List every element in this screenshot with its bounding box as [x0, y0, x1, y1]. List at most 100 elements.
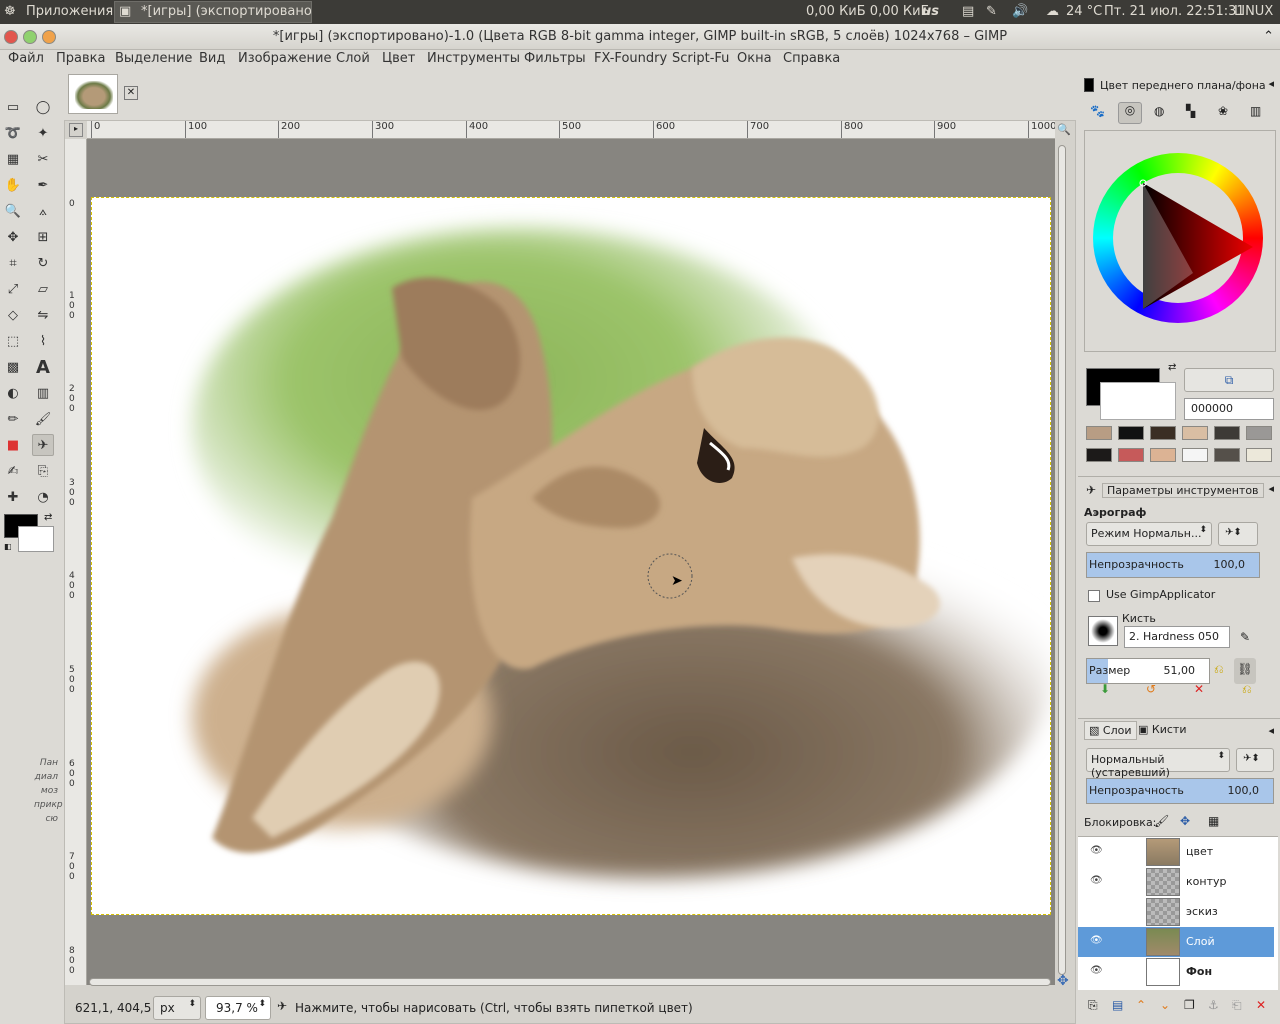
lower-layer-icon[interactable]: ⌄: [1160, 998, 1170, 1012]
color-history-swatch[interactable]: [1182, 426, 1208, 440]
menu-fx-foundry[interactable]: FX-Foundry: [594, 51, 667, 66]
paths-icon[interactable]: ✒: [32, 174, 54, 196]
menu-layer[interactable]: Слой: [336, 51, 370, 66]
color-history-swatch[interactable]: [1118, 426, 1144, 440]
layers-tab[interactable]: ▧ Слои: [1084, 721, 1137, 740]
vertical-scrollbar[interactable]: [1055, 139, 1069, 985]
color-select-icon[interactable]: ▦: [2, 148, 24, 170]
window-up-icon[interactable]: ⌃: [1263, 29, 1274, 44]
weather-icon[interactable]: ☁: [1046, 0, 1059, 24]
pencil-icon[interactable]: ✏: [2, 408, 24, 430]
reset-colors-icon[interactable]: ◧: [4, 542, 12, 551]
menu-image[interactable]: Изображение: [238, 51, 331, 66]
duplicate-layer-icon[interactable]: ❐: [1184, 998, 1195, 1012]
shear-icon[interactable]: ▱: [32, 278, 54, 300]
menu-tools[interactable]: Инструменты: [427, 51, 520, 66]
foreground-select-icon[interactable]: ✋: [2, 174, 24, 196]
menu-edit[interactable]: Правка: [56, 51, 105, 66]
color-history-swatch[interactable]: [1182, 448, 1208, 462]
brush-entry[interactable]: 2. Hardness 050: [1124, 626, 1230, 648]
align-icon[interactable]: ⊞: [32, 226, 54, 248]
color-picker-button[interactable]: ⧉: [1184, 368, 1274, 392]
zoom-select[interactable]: 93,7 % ⬍: [205, 996, 271, 1020]
panel-menu-icon[interactable]: ◂: [1268, 482, 1274, 495]
scales-selector-icon[interactable]: ▥: [1250, 104, 1261, 118]
bucket-fill-icon[interactable]: ▩: [2, 356, 24, 378]
layer-effects-button[interactable]: ✈⬍: [1236, 748, 1274, 772]
cage-icon[interactable]: ⬚: [2, 330, 24, 352]
image-tab-close-icon[interactable]: ✕: [124, 86, 138, 100]
color-history-swatch[interactable]: [1118, 448, 1144, 462]
menu-view[interactable]: Вид: [199, 51, 225, 66]
bg-swatch-large[interactable]: [1100, 382, 1176, 420]
mode-effects-button[interactable]: ✈⬍: [1218, 522, 1258, 546]
panel-menu-icon[interactable]: ◂: [1268, 77, 1274, 90]
menu-help[interactable]: Справка: [783, 51, 840, 66]
visibility-eye-icon[interactable]: 👁: [1090, 965, 1103, 976]
lasso-icon[interactable]: ➰: [2, 122, 24, 144]
lock-position-icon[interactable]: ✥: [1180, 814, 1190, 828]
color-history-swatch[interactable]: [1246, 448, 1272, 462]
vertical-scroll-thumb[interactable]: [1058, 145, 1066, 975]
warp-icon[interactable]: ⌇: [32, 330, 54, 352]
delete-layer-icon[interactable]: ✕: [1256, 998, 1266, 1012]
layer-row-color[interactable]: 👁 цвет: [1086, 837, 1274, 867]
brushes-tab[interactable]: ▣ Кисти: [1138, 723, 1186, 736]
watercolor-selector-icon[interactable]: ◍: [1154, 104, 1164, 118]
color-history-swatch[interactable]: [1086, 426, 1112, 440]
brush-edit-icon[interactable]: ✎: [1240, 630, 1250, 644]
panel-menu-icon[interactable]: ◂: [1268, 724, 1274, 737]
dodge-icon[interactable]: ◔: [32, 486, 54, 508]
measure-icon[interactable]: ⟑: [32, 200, 54, 222]
color-history-swatch[interactable]: [1214, 448, 1240, 462]
scale-icon[interactable]: ⤢: [2, 278, 24, 300]
perspective-icon[interactable]: ◇: [2, 304, 24, 326]
taskbar-gimp[interactable]: ▣ *[игры] (экспортировано)-...: [114, 1, 312, 23]
delete-options-icon[interactable]: ✕: [1194, 682, 1204, 696]
lock-alpha-icon[interactable]: ▦: [1208, 814, 1219, 828]
datetime[interactable]: Пт. 21 июл. 22:51:31: [1104, 0, 1245, 24]
color-history-swatch[interactable]: [1150, 426, 1176, 440]
anchor-layer-icon[interactable]: ⚓: [1208, 998, 1219, 1012]
text-icon[interactable]: A: [32, 356, 54, 378]
horizontal-scroll-thumb[interactable]: [89, 978, 1051, 986]
palette-selector-icon[interactable]: ❀: [1218, 104, 1228, 118]
pen-icon[interactable]: ✎: [986, 0, 997, 24]
brush-preview[interactable]: [1088, 616, 1118, 646]
keyboard-layout[interactable]: us: [922, 0, 939, 24]
layer-row-background[interactable]: 👁 Фон: [1086, 957, 1274, 987]
zoom-corner-icon[interactable]: 🔍: [1057, 123, 1071, 136]
color-history-swatch[interactable]: [1214, 426, 1240, 440]
move-icon[interactable]: ✥: [2, 226, 24, 248]
visibility-eye-icon[interactable]: 👁: [1090, 935, 1103, 946]
lock-pixels-icon[interactable]: 🖌: [1154, 814, 1169, 828]
quick-mask-corner-icon[interactable]: ▸: [69, 123, 83, 137]
rotate-icon[interactable]: ↻: [32, 252, 54, 274]
rect-select-icon[interactable]: ▭: [2, 96, 24, 118]
crop-icon[interactable]: ⌗: [2, 252, 24, 274]
apps-menu-icon[interactable]: ☸: [4, 0, 16, 24]
visibility-eye-icon[interactable]: 👁: [1090, 875, 1103, 886]
volume-icon[interactable]: 🔊: [1012, 0, 1028, 24]
user-menu[interactable]: LINUX: [1234, 0, 1273, 24]
size-reset-icon[interactable]: ⎌: [1214, 662, 1224, 677]
image-tab-thumbnail[interactable]: [68, 74, 118, 114]
menu-script-fu[interactable]: Script-Fu: [672, 51, 729, 66]
image-canvas[interactable]: [91, 197, 1051, 915]
hex-entry[interactable]: 000000: [1184, 398, 1274, 420]
gradient-icon[interactable]: ▥: [32, 382, 54, 404]
triangle-selector-icon[interactable]: ◎: [1118, 102, 1142, 124]
new-layer-icon[interactable]: ⎘: [1088, 998, 1098, 1013]
horizontal-scrollbar[interactable]: [87, 975, 1055, 989]
layer-mode-select[interactable]: Нормальный (устаревший) ⬍: [1086, 748, 1230, 779]
save-options-icon[interactable]: ⬇: [1100, 682, 1110, 696]
raise-layer-icon[interactable]: ⌃: [1136, 998, 1146, 1012]
new-layer-group-icon[interactable]: ▤: [1112, 998, 1123, 1012]
scissors-icon[interactable]: ✂: [32, 148, 54, 170]
restore-options-icon[interactable]: ↺: [1146, 682, 1156, 696]
menu-filters[interactable]: Фильтры: [524, 51, 586, 66]
color-history-swatch[interactable]: [1086, 448, 1112, 462]
color-history-swatch[interactable]: [1246, 426, 1272, 440]
gimp-selector-icon[interactable]: 🐾: [1090, 104, 1105, 118]
fg-color-tab-icon[interactable]: [1084, 78, 1094, 92]
